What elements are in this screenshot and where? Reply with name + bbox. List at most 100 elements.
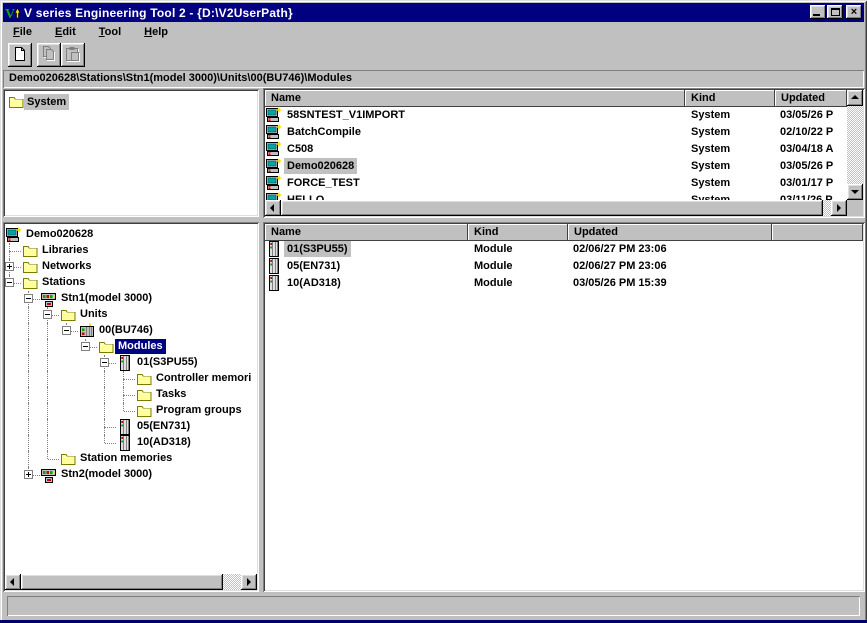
tree-expander-minus[interactable] xyxy=(81,342,90,351)
column-header-updated[interactable]: Updated xyxy=(568,224,772,241)
tree-item-label: Modules xyxy=(115,339,166,354)
column-header-kind[interactable]: Kind xyxy=(685,90,775,107)
scroll-right-button[interactable] xyxy=(831,200,847,216)
tree-expander-minus[interactable] xyxy=(62,326,71,335)
tree-item-00-bu746[interactable]: 00(BU746) xyxy=(5,323,257,339)
system-icon xyxy=(266,158,282,174)
list-item-10-ad318[interactable]: 10(AD318)Module03/05/26 PM 15:39 xyxy=(265,275,863,292)
left-arrow-icon xyxy=(10,578,14,586)
minimize-button[interactable] xyxy=(810,5,826,19)
menu-edit[interactable]: Edit xyxy=(48,24,83,40)
toolbar xyxy=(3,41,864,70)
close-button[interactable]: × xyxy=(846,5,862,19)
expander-minus-glyph xyxy=(7,282,12,283)
column-header-label: Updated xyxy=(574,226,618,238)
title-bar[interactable]: V V series Engineering Tool 2 - {D:\V2Us… xyxy=(3,3,864,22)
module-icon xyxy=(266,241,282,257)
menu-help[interactable]: Help xyxy=(137,24,175,40)
tree-horizontal-scrollbar[interactable] xyxy=(5,574,257,590)
tree-item-networks[interactable]: Networks xyxy=(5,259,257,275)
column-header-updated[interactable]: Updated xyxy=(775,90,847,107)
tree-item-stn1-model-3000[interactable]: Stn1(model 3000) xyxy=(5,291,257,307)
tree-expander-plus[interactable] xyxy=(24,470,33,479)
menu-file[interactable]: File xyxy=(6,24,39,40)
tree-item-program-groups[interactable]: Program groups xyxy=(5,403,257,419)
tree-item-label: Units xyxy=(77,307,111,322)
tree-scroll-right-button[interactable] xyxy=(241,574,257,590)
list-item-05-en731[interactable]: 05(EN731)Module02/06/27 PM 23:06 xyxy=(265,258,863,275)
tree-item-modules[interactable]: Modules xyxy=(5,339,257,355)
column-header-kind[interactable]: Kind xyxy=(468,224,568,241)
tree-item-label: Controller memori xyxy=(153,371,254,386)
menu-tool[interactable]: Tool xyxy=(92,24,128,40)
kind-cell: System xyxy=(685,107,775,124)
system-icon xyxy=(266,192,282,200)
tree-item-01-s3pu55[interactable]: 01(S3PU55) xyxy=(5,355,257,371)
tree-scroll-thumb[interactable] xyxy=(21,574,223,590)
horizontal-scroll-thumb[interactable] xyxy=(281,200,823,216)
tree-line xyxy=(9,251,10,259)
list-item-force-test[interactable]: FORCE_TESTSystem03/01/17 P xyxy=(265,175,847,192)
column-header-name[interactable]: Name xyxy=(265,224,468,241)
tree-item-10-ad318[interactable]: 10(AD318) xyxy=(5,435,257,451)
menu-bar: File Edit Tool Help xyxy=(3,22,864,41)
tree-item-controller-memori[interactable]: Controller memori xyxy=(5,371,257,387)
item-name: BatchCompile xyxy=(284,124,364,140)
list-item-c508[interactable]: C508System03/04/18 A xyxy=(265,141,847,158)
column-header-name[interactable]: Name xyxy=(265,90,685,107)
vertical-scrollbar[interactable] xyxy=(847,90,863,200)
tree-item-label: Libraries xyxy=(39,243,91,258)
tree-item-stations[interactable]: Stations xyxy=(5,275,257,291)
tree-line xyxy=(123,395,124,403)
system-root-panel: System xyxy=(3,89,259,217)
maximize-button[interactable] xyxy=(827,5,843,19)
list-item-58sntest-v1import[interactable]: 58SNTEST_V1IMPORTSystem03/05/26 P xyxy=(265,107,847,124)
list-item-hello[interactable]: HELLOSystem03/11/26 P xyxy=(265,192,847,200)
maximize-icon xyxy=(831,8,840,16)
paste-button[interactable] xyxy=(61,43,85,67)
tree-item-label: Stn2(model 3000) xyxy=(58,467,155,482)
list-item-batchcompile[interactable]: BatchCompileSystem02/10/22 P xyxy=(265,124,847,141)
tree-item-units[interactable]: Units xyxy=(5,307,257,323)
copy-button[interactable] xyxy=(37,43,61,67)
tree-item-label: Station memories xyxy=(77,451,175,466)
column-header-blank[interactable] xyxy=(772,224,863,241)
folder-icon xyxy=(22,259,38,275)
tree-item-label: Tasks xyxy=(153,387,189,402)
expander-minus-glyph xyxy=(83,346,88,347)
tree-scroll-left-button[interactable] xyxy=(5,574,21,590)
vertical-scroll-track[interactable] xyxy=(847,106,863,184)
tree-item-05-en731[interactable]: 05(EN731) xyxy=(5,419,257,435)
scroll-down-button[interactable] xyxy=(847,184,863,200)
new-button[interactable] xyxy=(8,43,32,67)
scroll-left-button[interactable] xyxy=(265,200,281,216)
tree-expander-minus[interactable] xyxy=(24,294,33,303)
tree-item-libraries[interactable]: Libraries xyxy=(5,243,257,259)
expander-minus-glyph xyxy=(64,330,69,331)
tree-item-station-memories[interactable]: Station memories xyxy=(5,451,257,467)
column-header-label: Updated xyxy=(781,92,825,104)
scroll-up-button[interactable] xyxy=(847,90,863,106)
system-root-item[interactable]: System xyxy=(8,94,69,111)
kind-cell: System xyxy=(685,175,775,192)
tree-item-stn2-model-3000[interactable]: Stn2(model 3000) xyxy=(5,467,257,483)
tree-expander-minus[interactable] xyxy=(100,358,109,367)
name-cell: BatchCompile xyxy=(265,124,685,141)
tree-item-demo020628[interactable]: Demo020628 xyxy=(5,227,257,243)
tree-line xyxy=(47,339,48,355)
folder-icon xyxy=(136,403,152,419)
kind-cell: Module xyxy=(468,275,568,292)
module-list-panel: NameKind Updated 01(S3PU55)Module02/06/27 … xyxy=(263,222,865,592)
horizontal-scrollbar[interactable] xyxy=(265,200,847,216)
list-item-01-s3pu55[interactable]: 01(S3PU55)Module02/06/27 PM 23:06 xyxy=(265,241,863,258)
system-icon xyxy=(266,141,282,157)
list-item-demo020628[interactable]: Demo020628System03/05/26 P xyxy=(265,158,847,175)
module-icon xyxy=(266,275,282,291)
tree-expander-minus[interactable] xyxy=(5,278,14,287)
tree-expander-minus[interactable] xyxy=(43,310,52,319)
tree-item-tasks[interactable]: Tasks xyxy=(5,387,257,403)
app-icon: V xyxy=(5,5,21,21)
unit-icon xyxy=(79,323,95,339)
tree-expander-plus[interactable] xyxy=(5,262,14,271)
station-icon xyxy=(41,467,57,483)
